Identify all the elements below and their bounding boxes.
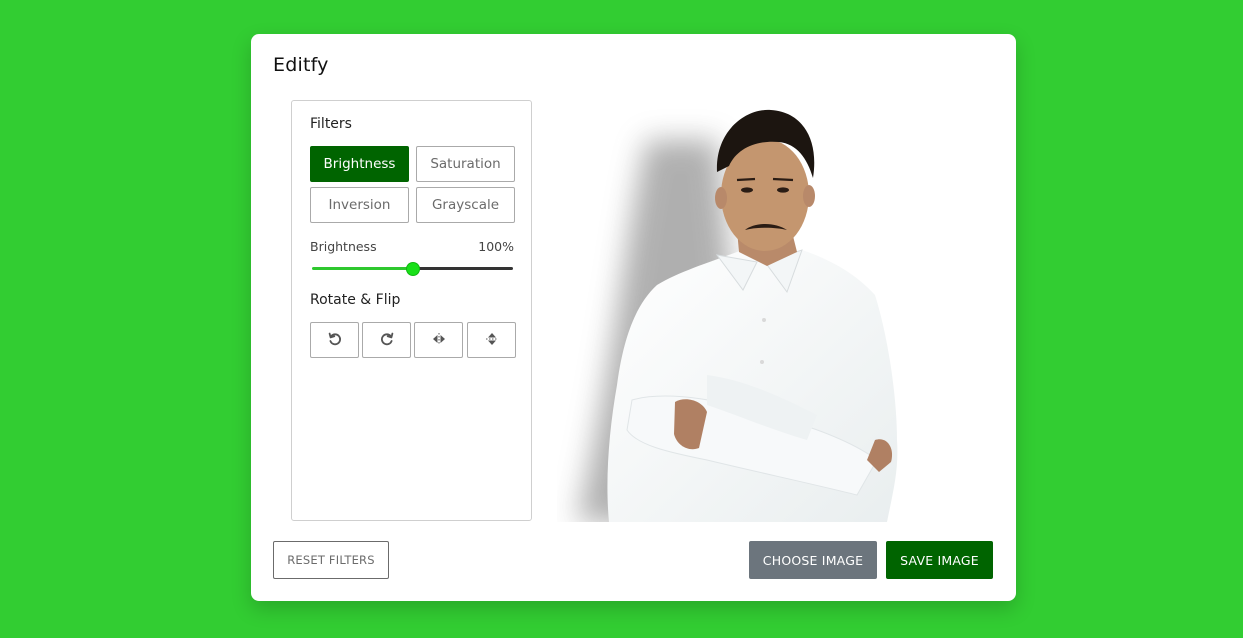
filter-saturation-button[interactable]: Saturation (416, 146, 515, 182)
app-title: Editfy (273, 54, 329, 76)
choose-image-button[interactable]: CHOOSE IMAGE (749, 541, 877, 579)
filters-heading: Filters (310, 116, 352, 132)
flip-vertical-button[interactable] (467, 322, 516, 358)
filter-brightness-button[interactable]: Brightness (310, 146, 409, 182)
flip-vertical-icon (484, 331, 500, 350)
rotate-right-icon (379, 331, 395, 350)
slider-name: Brightness (310, 239, 377, 254)
slider-thumb[interactable] (406, 263, 419, 275)
image-preview (557, 100, 989, 522)
slider-track-fill (312, 267, 413, 270)
flip-horizontal-button[interactable] (414, 322, 463, 358)
save-image-button[interactable]: SAVE IMAGE (886, 541, 993, 579)
rotate-left-button[interactable] (310, 322, 359, 358)
rotate-flip-heading: Rotate & Flip (310, 292, 401, 308)
editor-card: Editfy Filters Brightness Saturation Inv… (251, 34, 1016, 601)
portrait-image (577, 109, 898, 522)
slider-value: 100% (478, 239, 514, 254)
rotate-right-button[interactable] (362, 322, 411, 358)
brightness-slider[interactable] (310, 263, 515, 275)
filter-grayscale-button[interactable]: Grayscale (416, 187, 515, 223)
filter-inversion-button[interactable]: Inversion (310, 187, 409, 223)
reset-filters-button[interactable]: RESET FILTERS (273, 541, 389, 579)
slider-track (412, 267, 513, 270)
rotate-left-icon (327, 331, 343, 350)
controls-panel: Filters Brightness Saturation Inversion … (291, 100, 532, 521)
flip-horizontal-icon (431, 331, 447, 350)
